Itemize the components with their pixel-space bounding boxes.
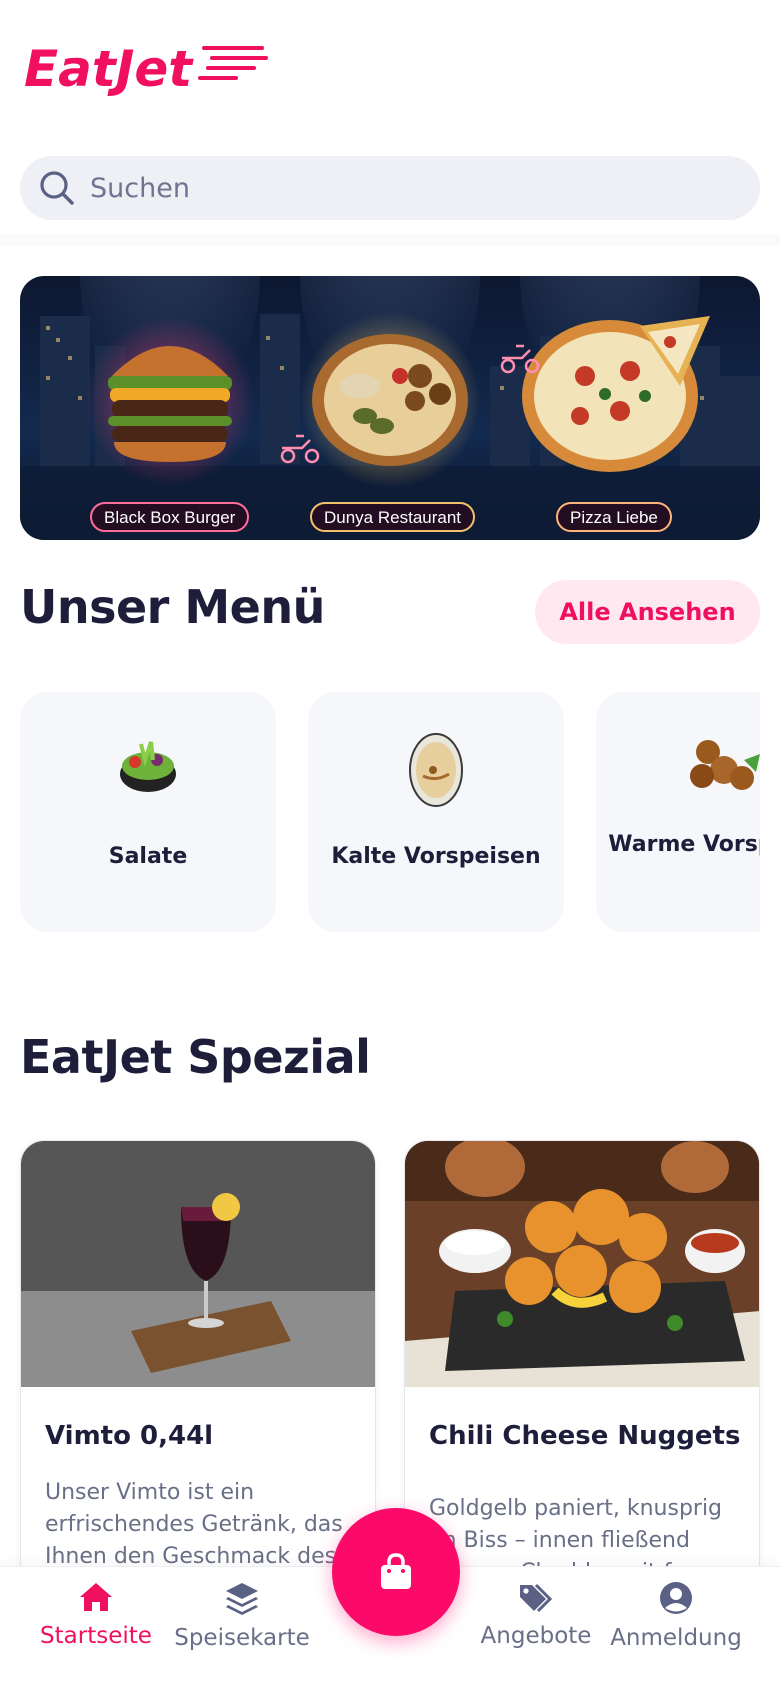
shopping-bag-icon xyxy=(381,1553,411,1589)
see-all-button[interactable]: Alle Ansehen xyxy=(535,580,760,644)
tags-icon xyxy=(520,1583,553,1613)
banner-label-burger[interactable]: Black Box Burger xyxy=(90,502,250,532)
salad-bowl-icon xyxy=(120,741,176,792)
eatjet-logo[interactable]: EatJet xyxy=(22,36,272,96)
search-icon xyxy=(40,171,74,205)
menu-section-title: Unser Menü xyxy=(20,580,325,634)
nav-label: Speisekarte xyxy=(174,1625,310,1651)
nav-label: Angebote xyxy=(480,1623,592,1649)
falafel-icon xyxy=(690,740,760,790)
vimto-photo xyxy=(21,1141,375,1387)
category-label: Warme Vorspeisen xyxy=(608,832,760,857)
category-carousel[interactable]: Salate Kalte Vorspeisen Warme Vorspeisen xyxy=(20,692,760,932)
banner-label-pizza[interactable]: Pizza Liebe xyxy=(556,502,672,532)
app-header: EatJet xyxy=(0,0,780,120)
hummus-plate-icon xyxy=(409,733,463,807)
category-label: Salate xyxy=(108,844,188,869)
product-name: Chili Cheese Nuggets xyxy=(429,1421,741,1451)
banner-label-dunya[interactable]: Dunya Restaurant xyxy=(310,502,476,532)
nav-item-speisekarte[interactable]: Speisekarte xyxy=(162,1581,322,1651)
nuggets-photo xyxy=(405,1141,759,1387)
product-name: Vimto 0,44l xyxy=(45,1421,214,1451)
category-card-salate[interactable]: Salate xyxy=(20,692,276,932)
layers-icon xyxy=(226,1583,258,1615)
divider xyxy=(0,234,780,246)
nav-label: Startseite xyxy=(40,1623,152,1649)
category-card-kalte-vorspeisen[interactable]: Kalte Vorspeisen xyxy=(308,692,564,932)
nav-label: Anmeldung xyxy=(610,1625,742,1651)
promo-banner[interactable]: Black Box Burger Dunya Restaurant Pizza … xyxy=(20,276,760,540)
search-input[interactable] xyxy=(90,172,690,204)
special-section-title: EatJet Spezial xyxy=(20,1030,371,1084)
category-label: Kalte Vorspeisen xyxy=(331,844,541,869)
category-card-warme-vorspeisen[interactable]: Warme Vorspeisen xyxy=(596,692,760,932)
user-circle-icon xyxy=(660,1582,692,1614)
nav-item-anmeldung[interactable]: Anmeldung xyxy=(596,1581,756,1651)
nav-item-angebote[interactable]: Angebote xyxy=(456,1581,616,1649)
product-description: Unser Vimto ist ein erfrischendes Geträn… xyxy=(45,1480,343,1569)
banner-artwork xyxy=(20,276,760,540)
search-bar[interactable] xyxy=(20,156,760,220)
logo-text: EatJet xyxy=(24,40,194,96)
home-icon xyxy=(80,1583,112,1611)
cart-button[interactable] xyxy=(332,1508,460,1636)
nav-item-startseite[interactable]: Startseite xyxy=(16,1581,176,1649)
